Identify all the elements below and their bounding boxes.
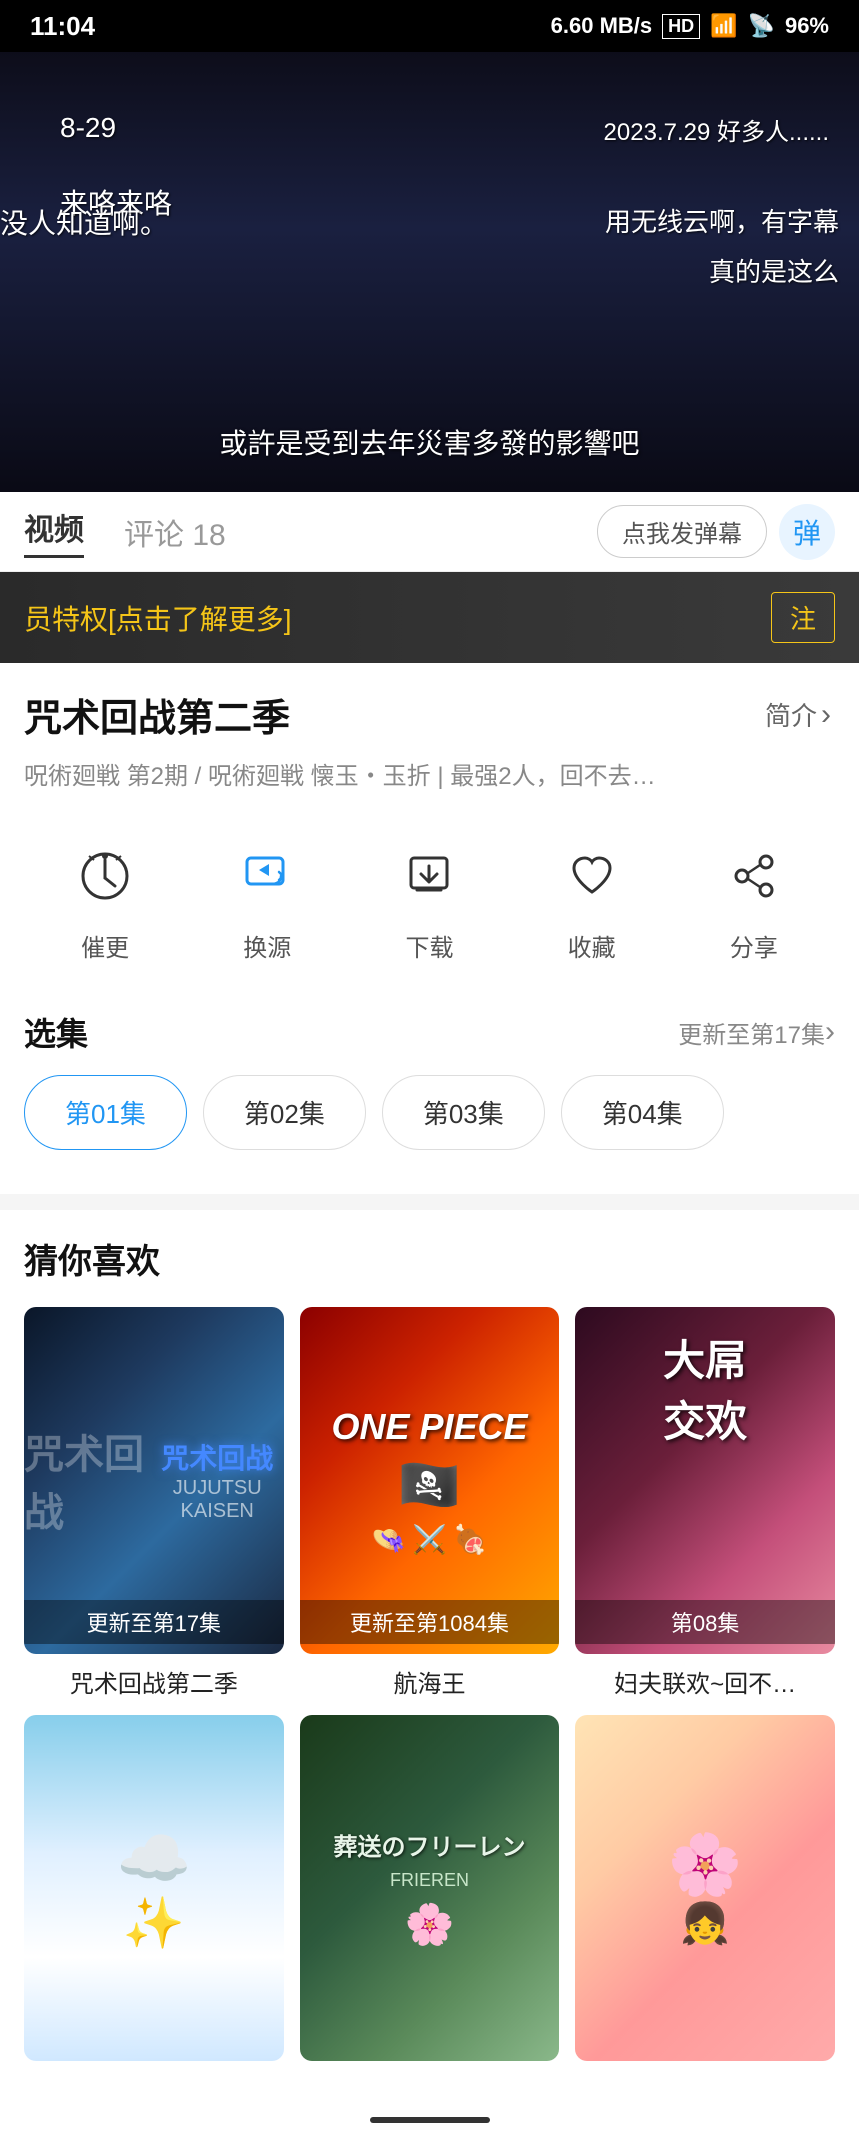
danmaku-controls: 点我发弹幕 弹: [597, 504, 835, 560]
rec-bg-sky: ☁️ ✨: [24, 1715, 284, 2061]
rec-bg-girl: 🌸 👧: [575, 1715, 835, 2061]
danmaku-toggle-icon: 弹: [793, 512, 821, 552]
anime-title: 咒术回战第二季: [24, 687, 290, 742]
action-urge[interactable]: 催更: [65, 836, 145, 963]
switch-source-icon: [227, 836, 307, 916]
update-info: 更新至第17集: [678, 1015, 825, 1050]
tab-video[interactable]: 视频: [24, 505, 84, 558]
rec-thumb-adult: 大屌交欢 第08集: [575, 1307, 835, 1653]
rec-thumb-jjk: 咒术回战 JUJUTSU KAISEN 更新至第17集: [24, 1307, 284, 1653]
danmaku-input-btn[interactable]: 点我发弹幕: [597, 505, 767, 558]
rec-name-op: 航海王: [300, 1664, 560, 1699]
title-row: 咒术回战第二季 简介 ›: [24, 687, 835, 742]
rec-thumb-girl: 🌸 👧: [575, 1715, 835, 2061]
episode-btn-2[interactable]: 第02集: [203, 1075, 366, 1150]
status-bar: 11:04 6.60 MB/s HD 📶 📡 96%: [0, 0, 859, 52]
intro-link[interactable]: 简介 ›: [765, 696, 835, 733]
rec-badge-op: 更新至第1084集: [300, 1600, 560, 1644]
member-banner[interactable]: 员特权[点击了解更多] 注: [0, 572, 859, 663]
update-link[interactable]: 更新至第17集 ›: [678, 1015, 835, 1050]
rec-badge-adult: 第08集: [575, 1600, 835, 1644]
network-speed: 6.60 MB/s: [551, 13, 653, 39]
switch-source-label: 换源: [243, 928, 291, 963]
episodes-header: 选集 更新至第17集 ›: [24, 1009, 835, 1055]
signal-icon: 📡: [748, 13, 775, 39]
action-switch-source[interactable]: 换源: [227, 836, 307, 963]
wifi-icon: 📶: [710, 13, 737, 39]
danmaku-toggle-btn[interactable]: 弹: [779, 504, 835, 560]
status-icons: 6.60 MB/s HD 📶 📡 96%: [551, 13, 829, 39]
episodes-row: 第01集 第02集 第03集 第04集: [24, 1075, 835, 1160]
hd-badge: HD: [662, 14, 700, 39]
action-share[interactable]: 分享: [714, 836, 794, 963]
video-background: 8-29 2023.7.29 好多人...... 来咯来咯 用无线云啊，有字幕 …: [0, 52, 859, 492]
download-icon: [389, 836, 469, 916]
favorite-label: 收藏: [568, 928, 616, 963]
episode-btn-1[interactable]: 第01集: [24, 1075, 187, 1150]
rec-thumb-op: ONE PIECE 🏴‍☠️ 👒 ⚔️ 🍖 更新至第1084集: [300, 1307, 560, 1653]
action-favorite[interactable]: 收藏: [552, 836, 632, 963]
rec-item-sky[interactable]: ☁️ ✨: [24, 1715, 284, 2071]
battery-icon: 96%: [785, 13, 829, 39]
favorite-icon: [552, 836, 632, 916]
home-indicator: [370, 2117, 490, 2123]
member-text: 员特权[点击了解更多]: [24, 598, 292, 638]
danmaku-6: 没人知道啊。: [0, 202, 168, 242]
episodes-title: 选集: [24, 1009, 88, 1055]
recommend-grid: 咒术回战 JUJUTSU KAISEN 更新至第17集 咒术回战第二季 ONE …: [24, 1307, 835, 2070]
chevron-right-icon: ›: [821, 698, 831, 732]
danmaku-2: 2023.7.29 好多人......: [604, 112, 829, 147]
urge-icon: [65, 836, 145, 916]
action-row: 催更 换源 下载: [24, 826, 835, 973]
rec-item-girl[interactable]: 🌸 👧: [575, 1715, 835, 2071]
member-register-btn[interactable]: 注: [771, 592, 835, 643]
rec-thumb-frieren: 葬送のフリーレン FRIEREN 🌸: [300, 1715, 560, 2061]
rec-bg-frieren: 葬送のフリーレン FRIEREN 🌸: [300, 1715, 560, 2061]
action-download[interactable]: 下载: [389, 836, 469, 963]
chevron-right-icon2: ›: [825, 1015, 835, 1049]
status-time: 11:04: [30, 11, 95, 42]
video-player[interactable]: 8-29 2023.7.29 好多人...... 来咯来咯 用无线云啊，有字幕 …: [0, 52, 859, 492]
rec-item-op[interactable]: ONE PIECE 🏴‍☠️ 👒 ⚔️ 🍖 更新至第1084集 航海王: [300, 1307, 560, 1698]
danmaku-4: 用无线云啊，有字幕: [605, 202, 839, 239]
recommend-section: 猜你喜欢 咒术回战 JUJUTSU KAISEN 更新至第17集 咒术回战第二季…: [0, 1210, 859, 2094]
tab-comment[interactable]: 评论 18: [124, 510, 226, 554]
intro-label: 简介: [765, 696, 817, 733]
rec-item-jjk[interactable]: 咒术回战 JUJUTSU KAISEN 更新至第17集 咒术回战第二季: [24, 1307, 284, 1698]
bottom-bar: [0, 2095, 859, 2145]
share-icon: [714, 836, 794, 916]
rec-name-jjk: 咒术回战第二季: [24, 1664, 284, 1699]
rec-thumb-sky: ☁️ ✨: [24, 1715, 284, 2061]
series-info: 呪術廻戦 第2期 / 呪術廻戦 懐玉・玉折 | 最强2人，回不去…: [24, 758, 835, 796]
rec-badge-jjk: 更新至第17集: [24, 1600, 284, 1644]
danmaku-5: 真的是这么: [709, 252, 839, 289]
rec-item-adult[interactable]: 大屌交欢 第08集 妇夫联欢~回不…: [575, 1307, 835, 1698]
recommend-title: 猜你喜欢: [24, 1234, 835, 1283]
share-label: 分享: [730, 928, 778, 963]
episode-btn-4[interactable]: 第04集: [561, 1075, 724, 1150]
urge-label: 催更: [81, 928, 129, 963]
danmaku-1: 8-29: [60, 112, 116, 144]
episode-btn-3[interactable]: 第03集: [382, 1075, 545, 1150]
rec-item-frieren[interactable]: 葬送のフリーレン FRIEREN 🌸: [300, 1715, 560, 2071]
subtitle: 或許是受到去年災害多發的影響吧: [0, 422, 859, 462]
tabs-row: 视频 评论 18 点我发弹幕 弹: [0, 492, 859, 572]
rec-name-adult: 妇夫联欢~回不…: [575, 1664, 835, 1699]
content-area: 咒术回战第二季 简介 › 呪術廻戦 第2期 / 呪術廻戦 懐玉・玉折 | 最强2…: [0, 663, 859, 1194]
download-label: 下载: [405, 928, 453, 963]
